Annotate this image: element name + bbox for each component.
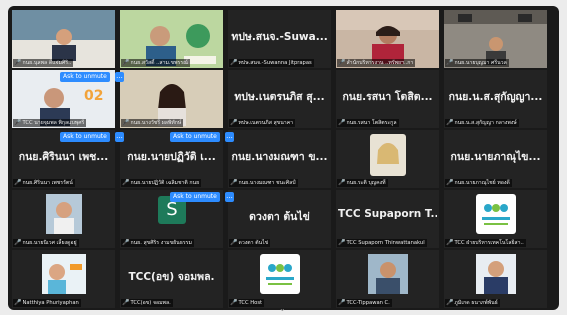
participant-name: 🎤กนย.น.ส.สุกัญญา กลางพงษ์ xyxy=(445,119,519,127)
participant-name: 🎤ทปษ.สนจ.-Suwanna Jitprapas xyxy=(229,59,314,67)
participant-name: 🎤Natthiya Phuriyaphan xyxy=(13,299,81,307)
participant-tile[interactable]: TCC(อข) จอมพล. 🎤TCC(อข) จอมพล. xyxy=(120,250,223,308)
muted-mic-icon: 🎤 xyxy=(446,59,454,66)
muted-mic-icon: 🎤 xyxy=(230,239,238,246)
participant-tile[interactable]: ทปษ.เนตรนภิส สุ... 🎤ทปษ.เนตรนภิส สุขนาคา xyxy=(228,70,331,128)
participant-name: 🎤TCC Host xyxy=(229,299,265,307)
participant-tile[interactable]: 🎤ภูมิเกด ธนาภพ์พันธ์ xyxy=(444,250,547,308)
participant-display-name: กนย.นางมณฑา ข... xyxy=(231,151,328,163)
ask-to-unmute-button[interactable]: Ask to unmute xyxy=(60,72,110,82)
chevron-down-icon[interactable]: ⌄ xyxy=(279,304,286,313)
ask-to-unmute-button[interactable]: Ask to unmute xyxy=(170,132,220,142)
participant-display-name: กนย.นายภาณุไข... xyxy=(450,151,541,163)
participant-display-name: กนย.นายปฏิวัติ เ... xyxy=(127,151,216,163)
participant-display-name: กนย.รสนา โตสิต... xyxy=(342,91,433,103)
gallery-grid: 🎤กนย.นุลพล ดีแจ่มศิริ.. 🎤กนย.สวัสดิ์ ..ส… xyxy=(12,10,555,308)
participant-display-name: กนย.ศิรินนา เพช... xyxy=(18,151,109,163)
muted-mic-icon: 🎤 xyxy=(446,239,454,246)
participant-tile[interactable]: 🎤Natthiya Phuriyaphan xyxy=(12,250,115,308)
participant-display-name: TCC Supaporn T... xyxy=(338,208,437,220)
muted-mic-icon: 🎤 xyxy=(14,119,22,126)
muted-mic-icon: 🎤 xyxy=(230,179,238,186)
participant-tile[interactable]: กนย.รสนา โตสิต... 🎤กนย.รสนา โตสิตระกูล xyxy=(336,70,439,128)
participant-display-name: กนย.น.ส.สุกัญญา... xyxy=(448,91,543,103)
muted-mic-icon: 🎤 xyxy=(122,59,130,66)
participant-display-name: ดวงตา ต้นไข่ xyxy=(249,211,310,223)
participant-tile[interactable]: 🎤กนย.สวัสดิ์ ..สาม.ขพรรณ์ xyxy=(120,10,223,68)
participant-display-name: TCC(อข) จอมพล. xyxy=(128,271,215,283)
muted-mic-icon: 🎤 xyxy=(230,119,238,126)
participant-name: 🎤กนย.ศิรินนา เพชรรัตน์ xyxy=(13,179,75,187)
muted-mic-icon: 🎤 xyxy=(338,119,346,126)
participant-name: 🎤กนย.รสนา โตสิตระกูล xyxy=(337,119,399,127)
participant-tile[interactable]: 🎤TCC-Tippawan C. xyxy=(336,250,439,308)
participant-tile[interactable]: ทปษ.สนจ.-Suwa... 🎤ทปษ.สนจ.-Suwanna Jitpr… xyxy=(228,10,331,68)
muted-mic-icon: 🎤 xyxy=(122,299,130,306)
muted-mic-icon: 🎤 xyxy=(122,239,130,246)
participant-name: 🎤กนย.นางมณฑา ชนะศิลป์ xyxy=(229,179,298,187)
participant-tile[interactable]: กนย.น.ส.สุกัญญา... 🎤กนย.น.ส.สุกัญญา กลาง… xyxy=(444,70,547,128)
participant-name: 🎤TCC(อข) จอมพล. xyxy=(121,299,173,307)
muted-mic-icon: 🎤 xyxy=(446,119,454,126)
participant-display-name: ทปษ.สนจ.-Suwa... xyxy=(231,31,328,43)
participant-tile[interactable]: กนย.นางมณฑา ข... 🎤กนย.นางมณฑา ชนะศิลป์ xyxy=(228,130,331,188)
participant-tile[interactable]: ดวงตา ต้นไข่ 🎤ดวงตา ต้นไข่ xyxy=(228,190,331,248)
participant-name: 🎤ทปษ.เนตรนภิส สุขนาคา xyxy=(229,119,296,127)
muted-mic-icon: 🎤 xyxy=(122,179,130,186)
more-options-button[interactable]: ... xyxy=(225,132,234,142)
participant-display-name: ทปษ.เนตรนภิส สุ... xyxy=(234,91,325,103)
participant-name: 🎤กนย.นายภาณุไชย์ ทองดี xyxy=(445,179,512,187)
participant-name: 🎤TCC นายจุมพล พิกุลแบพุศรี xyxy=(13,119,87,127)
participant-tile[interactable]: 🎤กนย.นายบุญมา ศรีนวล xyxy=(444,10,547,68)
participant-tile[interactable]: กนย.นายภาณุไข... 🎤กนย.นายภาณุไชย์ ทองดี xyxy=(444,130,547,188)
participant-name: 🎤กนย.สวัสดิ์ ..สาม.ขพรรณ์ xyxy=(121,59,190,67)
muted-mic-icon: 🎤 xyxy=(338,59,346,66)
participant-name: 🎤กนย.นุลพล ดีแจ่มศิริ.. xyxy=(13,59,74,67)
participant-name: 🎤ดวงตา ต้นไข่ xyxy=(229,239,271,247)
participant-tile[interactable]: 🎤สำนักบริหารงาน ..ทรัพยฯ..กา xyxy=(336,10,439,68)
participant-tile[interactable]: 🎤กนย.ระติ บุญคงที่ xyxy=(336,130,439,188)
participant-name: 🎤กนย.นายปฏิวัติ เฉลิมชาติ กนย xyxy=(121,179,202,187)
muted-mic-icon: 🎤 xyxy=(14,239,22,246)
participant-name: 🎤กนย.นายบุญมา ศรีนวล xyxy=(445,59,509,67)
participant-name: 🎤กนย. สุขศิริร งามขยันธรรม xyxy=(121,239,194,247)
muted-mic-icon: 🎤 xyxy=(122,119,130,126)
participant-name: 🎤ภูมิเกด ธนาภพ์พันธ์ xyxy=(445,299,500,307)
muted-mic-icon: 🎤 xyxy=(338,239,346,246)
participant-name: 🎤สำนักบริหารงาน ..ทรัพยฯ..กา xyxy=(337,59,416,67)
participant-name: 🎤กนย.นางวัชรี ผลพิทักษ์ xyxy=(121,119,184,127)
more-options-button[interactable]: ... xyxy=(225,192,234,202)
muted-mic-icon: 🎤 xyxy=(338,299,346,306)
participant-name: 🎤TCC-Tippawan C. xyxy=(337,299,392,307)
more-options-button[interactable]: ... xyxy=(115,72,124,82)
muted-mic-icon: 🎤 xyxy=(14,299,22,306)
more-options-button[interactable]: ... xyxy=(115,132,124,142)
muted-mic-icon: 🎤 xyxy=(14,59,22,66)
participant-tile[interactable]: 🎤กนย.นายนิเวศ เลี้ยงดูอยู่ xyxy=(12,190,115,248)
participant-tile[interactable]: 🎤กนย.นุลพล ดีแจ่มศิริ.. xyxy=(12,10,115,68)
participant-tile[interactable]: 🎤กนย.นางวัชรี ผลพิทักษ์ xyxy=(120,70,223,128)
participant-name: 🎤TCC Supaporn Thinwattanakul xyxy=(337,239,427,247)
ask-to-unmute-button[interactable]: Ask to unmute xyxy=(170,192,220,202)
muted-mic-icon: 🎤 xyxy=(446,179,454,186)
participant-tile[interactable]: 🎤TCC Host xyxy=(228,250,331,308)
participant-name: 🎤กนย.ระติ บุญคงที่ xyxy=(337,179,388,187)
svg-text:02: 02 xyxy=(84,88,103,104)
muted-mic-icon: 🎤 xyxy=(230,299,238,306)
muted-mic-icon: 🎤 xyxy=(14,179,22,186)
participant-tile[interactable]: TCC Supaporn T... 🎤TCC Supaporn Thinwatt… xyxy=(336,190,439,248)
muted-mic-icon: 🎤 xyxy=(338,179,346,186)
participant-name: 🎤TCC ฝ่ายบริหารเทคโนโลยีสา.. xyxy=(445,239,526,247)
ask-to-unmute-button[interactable]: Ask to unmute xyxy=(60,132,110,142)
participant-name: 🎤กนย.นายนิเวศ เลี้ยงดูอยู่ xyxy=(13,239,79,247)
muted-mic-icon: 🎤 xyxy=(446,299,454,306)
participant-tile[interactable]: 🎤TCC ฝ่ายบริหารเทคโนโลยีสา.. xyxy=(444,190,547,248)
muted-mic-icon: 🎤 xyxy=(230,59,238,66)
